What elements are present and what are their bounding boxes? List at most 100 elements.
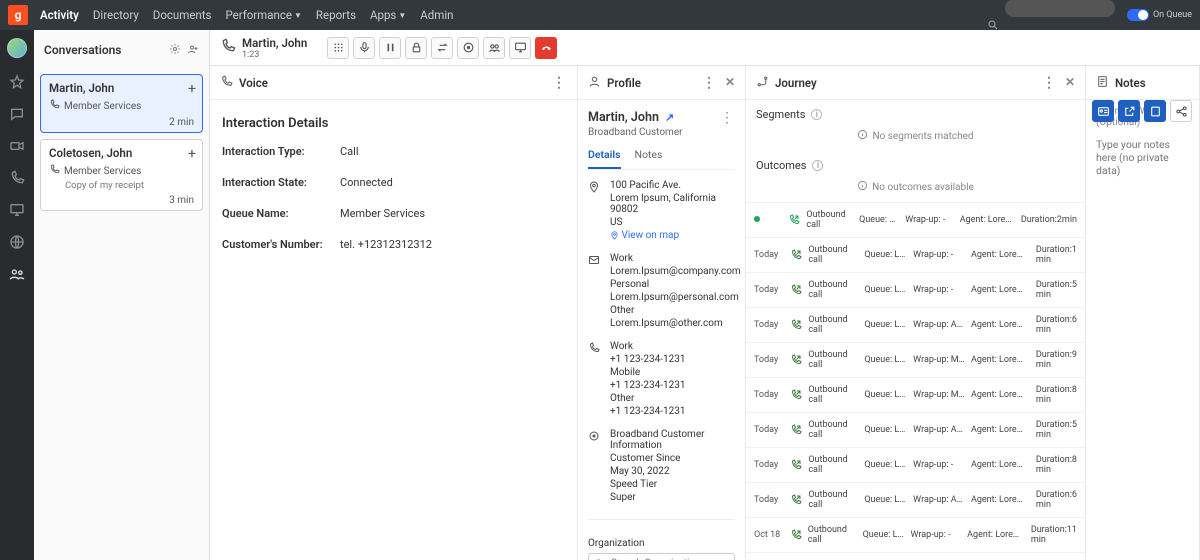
- phone-outbound-icon: [790, 249, 802, 261]
- journey-wrapup: Wrap-up: -: [913, 460, 965, 470]
- nav-documents[interactable]: Documents: [153, 8, 212, 22]
- address-line: US: [610, 217, 735, 228]
- external-link-icon[interactable]: ↗: [665, 111, 674, 124]
- conversations-title: Conversations: [44, 43, 121, 57]
- view-on-map-link[interactable]: View on map: [610, 230, 735, 241]
- keypad-button[interactable]: [327, 37, 349, 59]
- phone-outbound-icon: [790, 284, 802, 296]
- journey-row[interactable]: Today Outbound call Queue: Lo… Wrap-up: …: [746, 447, 1085, 482]
- record-button[interactable]: [457, 37, 479, 59]
- phone-icon[interactable]: [9, 170, 25, 186]
- journey-row[interactable]: Oct 18 Outbound call Queue: Lo… Wrap-up:…: [746, 517, 1085, 552]
- journey-date: Today: [754, 390, 784, 400]
- phone-value: +1 123-234-1231: [610, 380, 735, 391]
- nav-performance[interactable]: Performance▼: [225, 8, 301, 22]
- hold-button[interactable]: [379, 37, 401, 59]
- journey-queue: Queue: Lo…: [864, 495, 907, 505]
- share-button[interactable]: [1170, 100, 1192, 122]
- journey-row[interactable]: Outbound call Queue: Lo… Wrap-up: - Agen…: [746, 202, 1085, 237]
- journey-row[interactable]: Today Outbound call Queue: Lo… Wrap-up: …: [746, 307, 1085, 342]
- conversation-card[interactable]: Coletosen, John + Member Services Copy o…: [40, 139, 203, 211]
- gear-icon[interactable]: [169, 43, 181, 58]
- conversation-name: Martin, John: [49, 81, 194, 95]
- phone-label: Other: [610, 393, 735, 404]
- layout-buttons: [1092, 100, 1192, 122]
- secure-button[interactable]: [405, 37, 427, 59]
- journey-row[interactable]: Today Outbound call Queue: Lo… Wrap-up: …: [746, 272, 1085, 307]
- search-input[interactable]: [1005, 0, 1115, 17]
- journey-queue: Queue: Lo…: [864, 355, 907, 365]
- more-icon[interactable]: ⋮: [552, 75, 567, 91]
- close-icon[interactable]: ✕: [1065, 75, 1075, 91]
- tier-label: Speed Tier: [610, 479, 735, 490]
- global-search[interactable]: [1005, 0, 1115, 31]
- notes-title: Notes: [1115, 76, 1146, 90]
- email-label: Personal: [610, 279, 741, 290]
- tab-notes[interactable]: Notes: [635, 148, 663, 169]
- segments-label: Segments: [756, 108, 805, 121]
- screen-share-button[interactable]: [509, 37, 531, 59]
- tab-details[interactable]: Details: [588, 148, 621, 169]
- journey-panel: Journey ⋮ ✕ Segments i No segments match…: [746, 66, 1086, 560]
- mute-button[interactable]: [353, 37, 375, 59]
- conversation-card[interactable]: Martin, John + Member Services 2 min: [40, 74, 203, 133]
- since-label: Customer Since: [610, 453, 735, 464]
- route-icon: [756, 75, 769, 91]
- call-header: Martin, John 1:23: [210, 30, 1200, 66]
- more-icon[interactable]: ⋮: [720, 110, 735, 126]
- inbox-icon[interactable]: [9, 202, 25, 218]
- more-icon[interactable]: ⋮: [1042, 75, 1057, 91]
- journey-row[interactable]: Today Outbound call Queue: Lo… Wrap-up: …: [746, 412, 1085, 447]
- info-icon[interactable]: i: [811, 109, 822, 120]
- chat-icon[interactable]: [9, 106, 25, 122]
- profile-card-button[interactable]: [1092, 100, 1114, 122]
- on-queue-label: On Queue: [1153, 10, 1192, 20]
- journey-date: Today: [754, 250, 784, 260]
- journey-wrapup: Wrap-up: -: [911, 530, 962, 540]
- organization-label: Organization: [588, 538, 735, 549]
- journey-row[interactable]: Oct 18 Outbound call Queue: Lo… Wrap-up:…: [746, 552, 1085, 560]
- consult-button[interactable]: [483, 37, 505, 59]
- globe-icon[interactable]: [9, 234, 25, 250]
- close-icon[interactable]: ✕: [725, 75, 735, 91]
- chevron-down-icon: ▼: [294, 11, 302, 20]
- favorites-icon[interactable]: [9, 74, 25, 90]
- plus-icon[interactable]: +: [188, 146, 196, 162]
- journey-agent: Agent: Lorem Ipsum: [971, 495, 1030, 505]
- journey-row[interactable]: Today Outbound call Queue: Lo… Wrap-up: …: [746, 237, 1085, 272]
- journey-type: Outbound call: [808, 350, 858, 370]
- nav-directory[interactable]: Directory: [93, 8, 139, 22]
- nav-admin[interactable]: Admin: [420, 8, 453, 22]
- notes-textarea[interactable]: [1086, 134, 1199, 181]
- organization-search-input[interactable]: [588, 553, 735, 560]
- video-icon[interactable]: [9, 138, 25, 154]
- top-nav: g Activity Directory Documents Performance▼…: [0, 0, 1200, 30]
- journey-queue: Queue: Lo…: [864, 250, 907, 260]
- nav-activity[interactable]: Activity: [40, 8, 79, 22]
- script-button[interactable]: [1144, 100, 1166, 122]
- journey-date: Today: [754, 495, 784, 505]
- nav-apps[interactable]: Apps▼: [370, 8, 406, 22]
- transfer-button[interactable]: [431, 37, 453, 59]
- more-icon[interactable]: ⋮: [702, 75, 717, 91]
- conversation-name: Coletosen, John: [49, 146, 194, 160]
- add-person-icon[interactable]: [187, 43, 199, 58]
- journey-row[interactable]: Today Outbound call Queue: Lo… Wrap-up: …: [746, 342, 1085, 377]
- plus-icon[interactable]: +: [188, 81, 196, 97]
- profile-name: Martin, John: [588, 110, 659, 125]
- journey-row[interactable]: Today Outbound call Queue: Lo… Wrap-up: …: [746, 482, 1085, 517]
- user-icon: [588, 75, 601, 91]
- journey-date: Today: [754, 355, 784, 365]
- info-icon[interactable]: i: [812, 160, 823, 171]
- people-icon[interactable]: [9, 266, 25, 282]
- app-logo: g: [8, 5, 28, 25]
- journey-wrapup: Wrap-up: MD7ED: [913, 390, 965, 400]
- avatar[interactable]: [7, 38, 27, 58]
- journey-row[interactable]: Today Outbound call Queue: Lo… Wrap-up: …: [746, 377, 1085, 412]
- work-area: Martin, John 1:23: [210, 30, 1200, 560]
- hangup-button[interactable]: [535, 37, 557, 59]
- since-value: May 30, 2022: [610, 466, 735, 477]
- popout-button[interactable]: [1118, 100, 1140, 122]
- nav-reports[interactable]: Reports: [316, 8, 356, 22]
- on-queue-toggle[interactable]: On Queue: [1127, 9, 1192, 21]
